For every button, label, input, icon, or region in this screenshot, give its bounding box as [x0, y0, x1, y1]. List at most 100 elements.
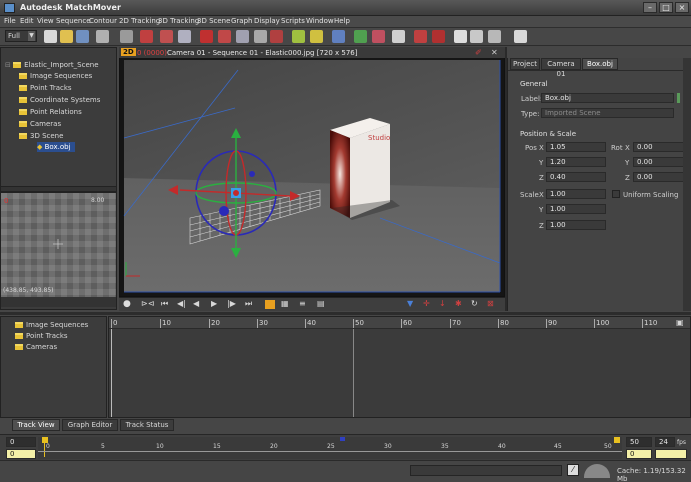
tree-item-image-sequences[interactable]: Image Sequences [19, 71, 92, 81]
track-spline-icon[interactable] [218, 30, 231, 43]
pencil-icon[interactable]: ⁄ [567, 464, 579, 476]
transform-icon[interactable] [414, 30, 427, 43]
grid-icon[interactable]: ▤ [317, 299, 325, 308]
close-view-icon[interactable]: ✕ [491, 48, 498, 57]
scale-x-field[interactable]: 1.00 [546, 189, 606, 199]
maximize-button[interactable]: □ [659, 2, 673, 13]
link-icon[interactable] [372, 30, 385, 43]
film-icon[interactable]: ▦ [281, 299, 289, 308]
menu-edit[interactable]: Edit [20, 17, 34, 25]
menu-display[interactable]: Display [254, 17, 280, 25]
play-back-icon[interactable]: ◀ [193, 299, 199, 308]
loop-icon[interactable] [265, 300, 275, 309]
lock-icon[interactable]: ▣ [676, 318, 684, 327]
axis-icon[interactable] [354, 30, 367, 43]
pos-x-field[interactable]: 1.05 [546, 142, 606, 152]
pin-icon[interactable]: ✐ [475, 48, 482, 57]
viewport-3d[interactable]: Studio [119, 47, 505, 297]
layout-quad-icon[interactable] [488, 30, 501, 43]
track-group-icon[interactable] [236, 30, 249, 43]
track-forward-icon[interactable] [160, 30, 173, 43]
menu-window[interactable]: Window [306, 17, 334, 25]
add-track-icon[interactable] [140, 30, 153, 43]
menu-3d-tracking[interactable]: 3D Tracking [158, 17, 199, 25]
new-file-icon[interactable] [44, 30, 57, 43]
track-split-icon[interactable] [270, 30, 283, 43]
help-icon[interactable] [514, 30, 527, 43]
tree-item-root[interactable]: ⊟ Elastic_Import_Scene [5, 60, 99, 70]
cube-icon[interactable] [392, 30, 405, 43]
menu-graph[interactable]: Graph [231, 17, 252, 25]
close-button[interactable]: × [675, 2, 689, 13]
menu-help[interactable]: Help [334, 17, 350, 25]
save-icon[interactable] [76, 30, 89, 43]
reset-icon[interactable]: ⊠ [487, 299, 494, 308]
tree-item-point-tracks[interactable]: Point Tracks [19, 83, 72, 93]
track-item-image-sequences[interactable]: Image Sequences [15, 320, 88, 330]
scale-icon[interactable]: ✱ [455, 299, 462, 308]
record-icon[interactable]: ● [123, 299, 131, 309]
end-frame-field[interactable]: 50 [626, 437, 652, 447]
range-end-field[interactable]: 0 [626, 449, 652, 459]
tab-project[interactable]: Project [510, 58, 540, 70]
rotate-icon[interactable]: ↻ [471, 299, 478, 308]
track-node-icon[interactable] [178, 30, 191, 43]
attr-scrollbar[interactable] [683, 58, 691, 311]
menu-sequence[interactable]: Sequence [56, 17, 91, 25]
minimize-button[interactable]: – [643, 2, 657, 13]
rot-x-field[interactable]: 0.00 [633, 142, 688, 152]
start-frame-field[interactable]: 0 [6, 437, 36, 447]
open-folder-icon[interactable] [60, 30, 73, 43]
playhead[interactable] [44, 443, 45, 457]
label-field[interactable]: Box.obj [541, 93, 674, 103]
track-item-cameras[interactable]: Cameras [15, 342, 57, 352]
settings-icon[interactable]: ≡ [299, 299, 306, 308]
pos-y-field[interactable]: 1.20 [546, 157, 606, 167]
undo-icon[interactable] [96, 30, 109, 43]
view-mode-select[interactable]: Full ▼ [5, 30, 37, 42]
tree-item-coordinate-systems[interactable]: Coordinate Systems [19, 95, 100, 105]
tab-track-view[interactable]: Track View [12, 419, 60, 431]
end-key-icon[interactable] [614, 437, 620, 443]
current-frame-field[interactable]: 0 [6, 449, 36, 459]
go-end-icon[interactable]: ⏭ [245, 299, 252, 309]
scale-z-field[interactable]: 1.00 [546, 220, 606, 230]
rot-z-field[interactable]: 0.00 [633, 172, 688, 182]
play-icon[interactable]: ▶ [211, 299, 217, 308]
track-merge-icon[interactable] [254, 30, 267, 43]
menu-file[interactable]: File [4, 17, 16, 25]
layout-split-icon[interactable] [470, 30, 483, 43]
range-extra-field[interactable] [655, 449, 687, 459]
thumb-scrollbar[interactable] [1, 297, 116, 307]
layout-single-icon[interactable] [454, 30, 467, 43]
rot-y-field[interactable]: 0.00 [633, 157, 688, 167]
track-line-icon[interactable] [200, 30, 213, 43]
tab-graph-editor[interactable]: Graph Editor [62, 419, 118, 431]
scale-y-field[interactable]: 1.00 [546, 204, 606, 214]
tree-item-3d-scene[interactable]: 3D Scene [19, 131, 63, 141]
rotate-icon[interactable] [432, 30, 445, 43]
menu-scripts[interactable]: Scripts [281, 17, 305, 25]
coordinate-system-icon[interactable] [332, 30, 345, 43]
tab-track-status[interactable]: Track Status [120, 419, 174, 431]
menu-3d-scene[interactable]: 3D Scene [197, 17, 230, 25]
uniform-scaling-checkbox[interactable] [612, 190, 620, 198]
move-icon[interactable]: ✛ [423, 299, 430, 308]
pos-z-field[interactable]: 0.40 [546, 172, 606, 182]
fps-field[interactable]: 24 [655, 437, 675, 447]
tree-item-point-relations[interactable]: Point Relations [19, 107, 82, 117]
solve-icon[interactable] [292, 30, 305, 43]
mode-badge[interactable]: 2D [121, 48, 136, 56]
track-view-area[interactable]: 0 10 20 30 40 50 60 70 80 90 100 110 ▣ [108, 316, 691, 418]
menu-view[interactable]: View [37, 17, 54, 25]
arrow-down-icon[interactable]: ↓ [439, 299, 446, 308]
frame-ruler[interactable]: 0 10 20 30 40 50 60 70 80 90 100 110 ▣ [109, 317, 690, 329]
go-start-icon[interactable]: ⏮ [161, 299, 168, 309]
tab-box-obj[interactable]: Box.obj [582, 58, 618, 70]
wand-icon[interactable] [310, 30, 323, 43]
snap-icon[interactable]: ▼ [407, 299, 413, 308]
hand-tool-icon[interactable] [120, 30, 133, 43]
step-back-icon[interactable]: ◀| [177, 299, 186, 308]
step-forward-icon[interactable]: |▶ [227, 299, 236, 308]
tree-item-cameras[interactable]: Cameras [19, 119, 61, 129]
